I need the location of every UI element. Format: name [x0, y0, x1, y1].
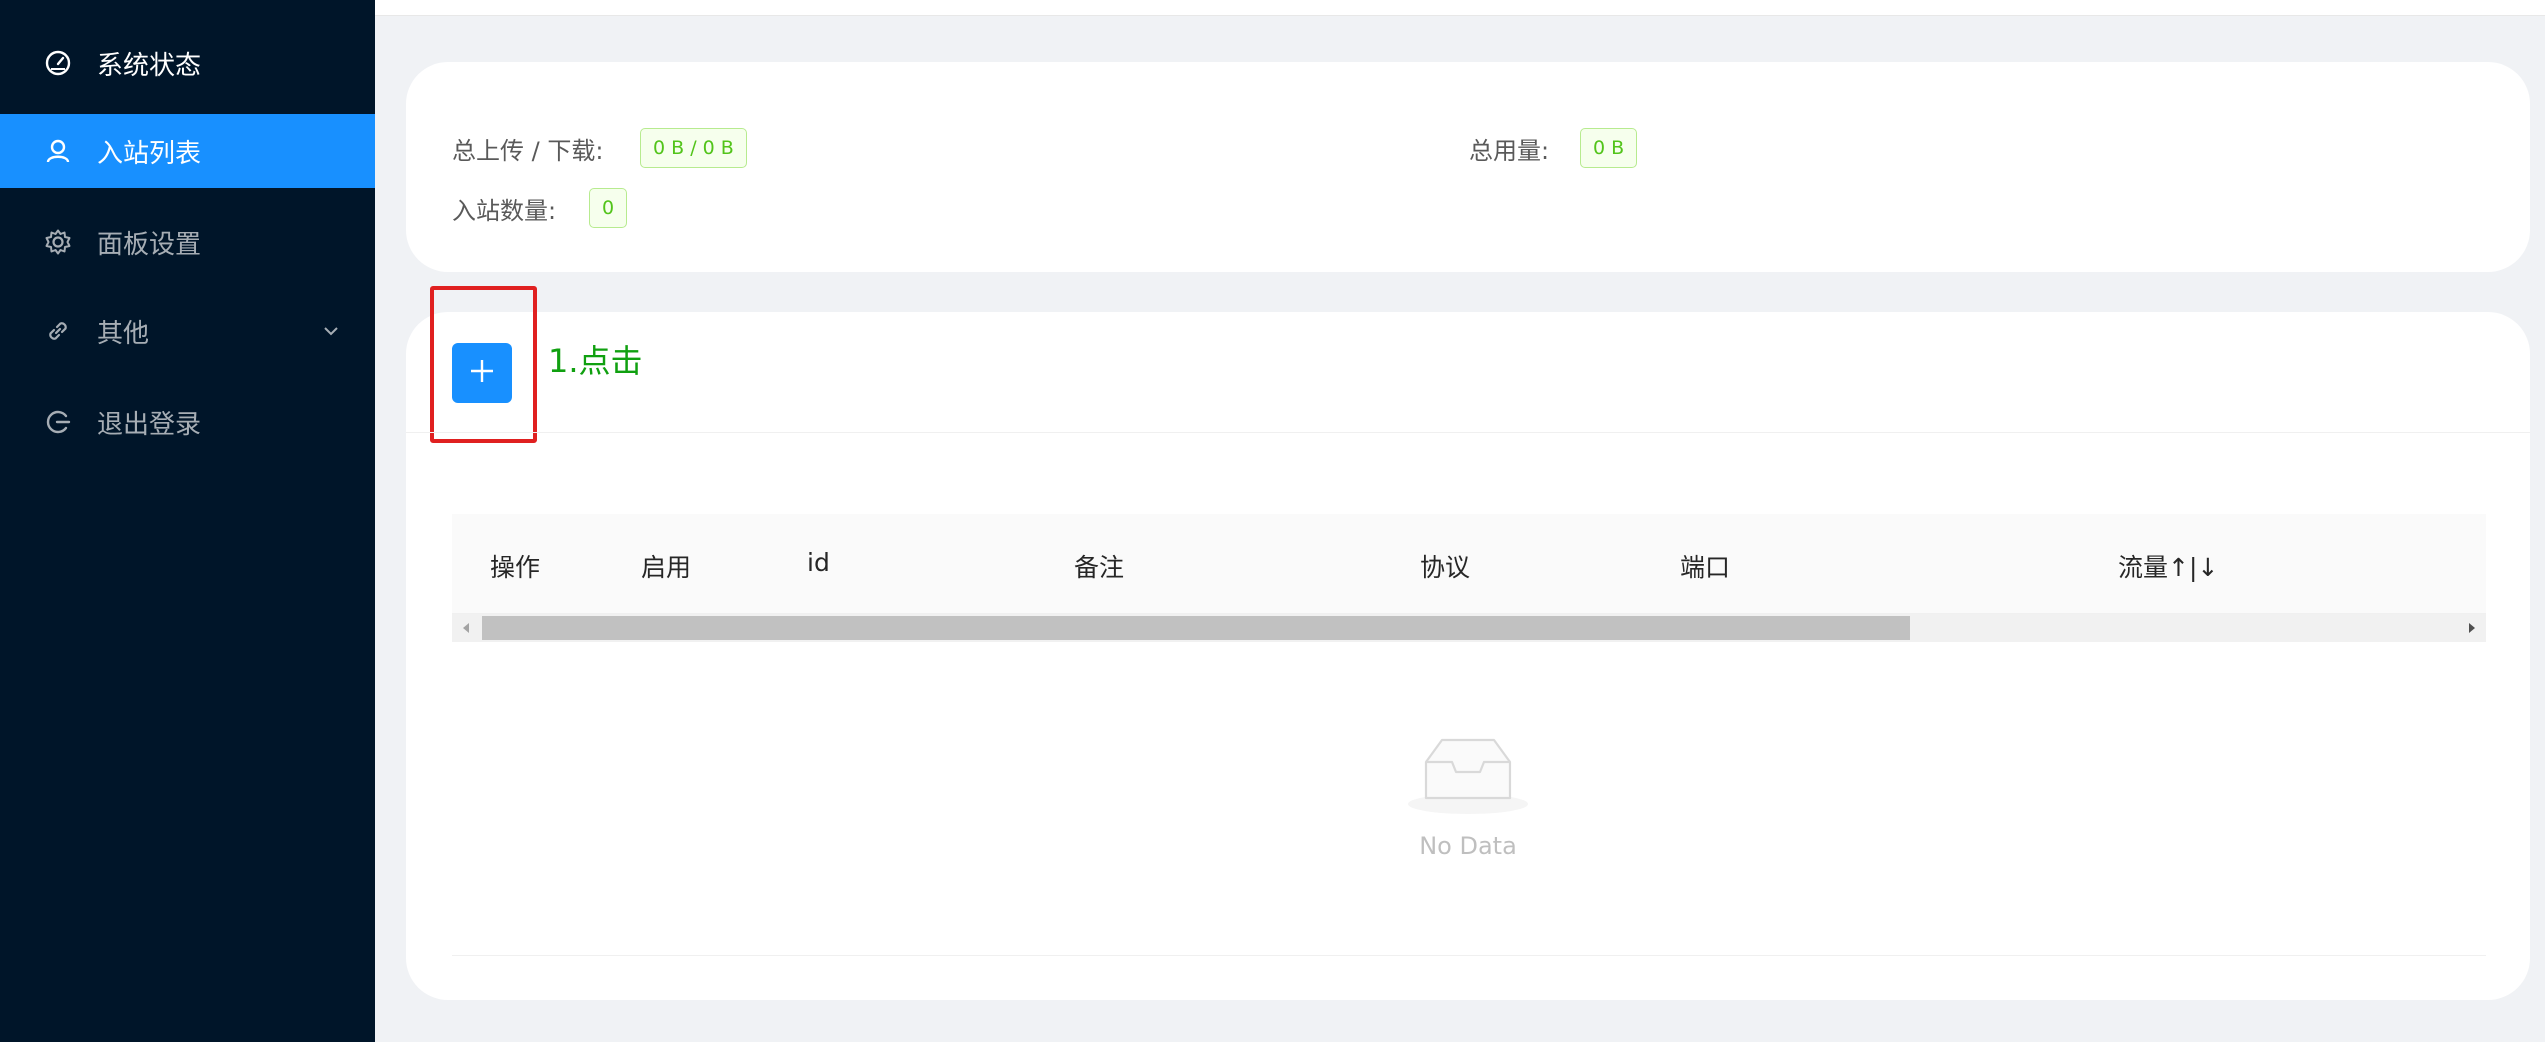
usage-tag: 0 B — [1580, 128, 1638, 168]
annotation-text: 1.点击 — [548, 342, 643, 380]
traffic-tag: 0 B / 0 B — [640, 128, 747, 168]
empty-inbox-icon — [1406, 732, 1530, 816]
column-header-protocol: 协议 — [1420, 553, 1471, 582]
table-header: 操作 启用 id 备注 协议 端口 流量↑|↓ — [452, 514, 2486, 614]
usage-label: 总用量: — [1469, 137, 1550, 165]
inbound-count-label: 入站数量: — [452, 197, 557, 225]
sidebar-item-label: 其他 — [97, 318, 150, 349]
top-header-strip — [375, 0, 2545, 16]
add-inbound-button[interactable] — [452, 343, 512, 403]
sidebar-item-other[interactable]: 其他 — [0, 294, 375, 368]
scroll-right-arrow-icon[interactable] — [2458, 614, 2486, 642]
column-header-remark: 备注 — [1074, 553, 1125, 582]
sidebar-item-label: 入站列表 — [97, 138, 202, 169]
gear-icon — [44, 228, 72, 256]
sidebar-item-logout[interactable]: 退出登录 — [0, 385, 375, 459]
sidebar-item-label: 面板设置 — [97, 229, 202, 260]
scrollbar-thumb[interactable] — [482, 616, 1910, 640]
sidebar-item-inbound-list[interactable]: 入站列表 — [0, 114, 375, 188]
column-header-enable: 启用 — [641, 553, 692, 582]
dashboard-icon — [44, 49, 72, 77]
traffic-label: 总上传 / 下载: — [452, 137, 604, 165]
sidebar-item-system-status[interactable]: 系统状态 — [0, 26, 375, 100]
table-bottom-divider — [452, 955, 2486, 956]
link-icon — [44, 317, 72, 345]
column-header-port: 端口 — [1680, 553, 1731, 582]
plus-icon — [467, 356, 497, 390]
table-horizontal-scrollbar[interactable] — [452, 614, 2486, 642]
user-icon — [44, 137, 72, 165]
sidebar-item-label: 系统状态 — [97, 50, 202, 81]
sidebar: 系统状态 入站列表 面板设置 其他 退出登录 — [0, 0, 375, 1042]
column-header-traffic[interactable]: 流量↑|↓ — [2118, 548, 2218, 584]
sidebar-item-panel-settings[interactable]: 面板设置 — [0, 205, 375, 279]
chevron-down-icon — [320, 320, 342, 342]
logout-icon — [44, 408, 72, 436]
inbound-count-tag: 0 — [589, 188, 628, 228]
column-header-id: id — [807, 548, 830, 577]
card-header-divider — [406, 432, 2530, 433]
column-header-actions: 操作 — [490, 553, 541, 582]
sidebar-item-label: 退出登录 — [97, 409, 202, 440]
empty-state-text: No Data — [1419, 832, 1517, 860]
inbound-list-card — [406, 312, 2530, 1000]
scroll-left-arrow-icon[interactable] — [452, 614, 480, 642]
